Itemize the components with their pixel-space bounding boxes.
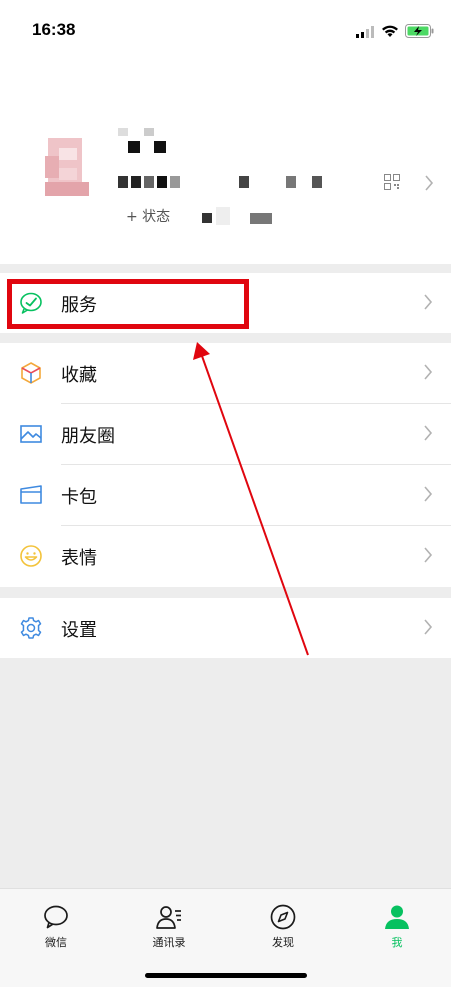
- home-indicator: [145, 973, 307, 978]
- discover-compass-icon: [270, 904, 296, 930]
- chat-bubble-icon: [44, 905, 68, 929]
- add-status-label: + 状态: [126, 209, 171, 225]
- menu-item-favorites[interactable]: 收藏: [0, 343, 451, 404]
- cards-icon: [20, 485, 42, 504]
- tab-discover-label: 发现: [272, 936, 294, 949]
- stickers-label: 表情: [61, 548, 97, 569]
- tab-contacts[interactable]: 通讯录: [129, 903, 209, 950]
- menu-item-stickers[interactable]: 表情: [0, 526, 451, 587]
- chevron-right-icon: [424, 294, 433, 310]
- wifi-icon: [382, 25, 398, 37]
- signal-icon: [356, 26, 374, 38]
- nickname: [118, 128, 170, 156]
- settings-label: 设置: [61, 620, 97, 641]
- tab-chats-label: 微信: [45, 936, 67, 949]
- avatar[interactable]: [45, 138, 89, 196]
- moments-icon: [20, 425, 42, 443]
- tab-chats[interactable]: 微信: [16, 903, 96, 950]
- favorites-icon: [21, 362, 41, 384]
- favorites-label: 收藏: [61, 365, 97, 386]
- chevron-right-icon: [424, 486, 433, 502]
- highlight-box: [7, 279, 249, 329]
- contacts-icon: [156, 906, 181, 929]
- qrcode-icon[interactable]: [384, 174, 400, 190]
- main-menu-group: 收藏 朋友圈 卡包 表情: [0, 343, 451, 587]
- battery-icon: [405, 24, 434, 38]
- tab-me-label: 我: [391, 936, 403, 949]
- menu-item-settings[interactable]: 设置: [0, 598, 451, 659]
- moments-label: 朋友圈: [61, 426, 115, 447]
- wechat-id: [118, 176, 328, 188]
- add-status-button[interactable]: + 状态: [120, 203, 280, 229]
- tab-contacts-label: 通讯录: [152, 936, 186, 949]
- settings-icon: [20, 617, 42, 639]
- tab-discover[interactable]: 发现: [243, 903, 323, 950]
- status-time: 16:38: [32, 20, 76, 39]
- chevron-right-icon: [424, 547, 433, 563]
- chevron-right-icon: [424, 425, 433, 441]
- chevron-right-icon: [424, 364, 433, 380]
- tab-me[interactable]: 我: [357, 903, 437, 950]
- status-bar: 16:38: [0, 0, 451, 60]
- settings-group: 设置: [0, 598, 451, 658]
- me-person-icon: [385, 905, 409, 929]
- menu-item-cards[interactable]: 卡包: [0, 465, 451, 526]
- chevron-right-icon: [424, 619, 433, 635]
- stickers-icon: [20, 545, 42, 567]
- cards-label: 卡包: [61, 487, 97, 508]
- profile-header[interactable]: + 状态: [0, 60, 451, 264]
- profile-chevron-icon: [425, 175, 434, 191]
- menu-item-moments[interactable]: 朋友圈: [0, 404, 451, 465]
